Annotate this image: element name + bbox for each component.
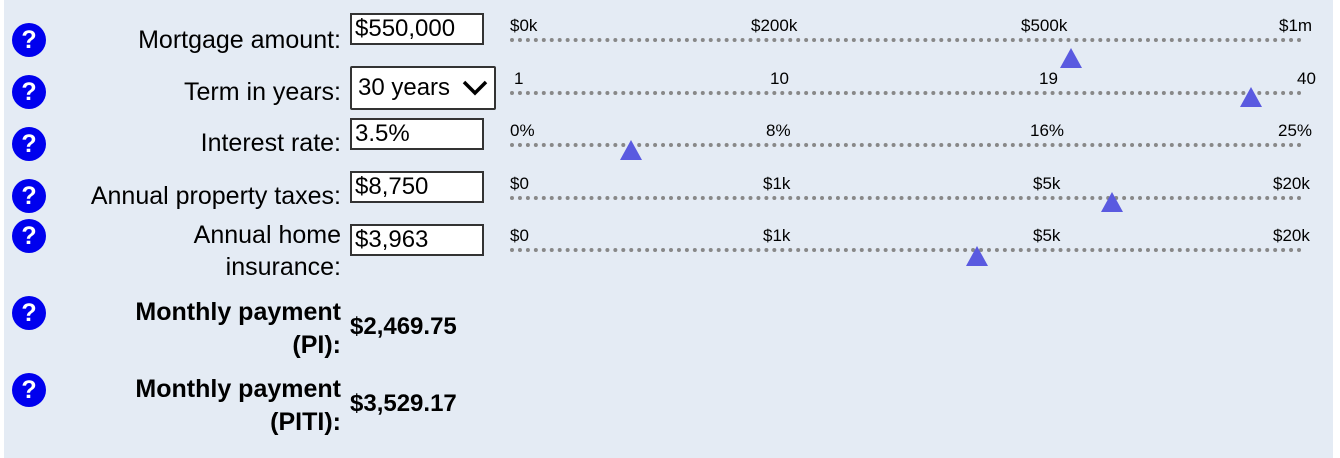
home-insurance-slider[interactable]: $0 $1k $5k $20k: [504, 226, 1320, 274]
help-icon[interactable]: ?: [12, 219, 46, 253]
slider-tick-label: $0: [510, 226, 529, 245]
help-icon[interactable]: ?: [12, 296, 46, 330]
slider-tick-label: $20k: [1273, 226, 1310, 245]
help-icon[interactable]: ?: [12, 127, 46, 161]
help-icon[interactable]: ?: [12, 179, 46, 213]
chevron-down-icon: [462, 80, 488, 96]
slider-tick-label: 0%: [510, 121, 535, 140]
interest-rate-slider[interactable]: 0% 8% 16% 25%: [504, 121, 1320, 169]
slider-thumb[interactable]: [1101, 192, 1123, 212]
help-icon[interactable]: ?: [12, 75, 46, 109]
slider-tick-label: 1: [514, 69, 524, 88]
term-slider[interactable]: 1 10 19 40: [504, 69, 1320, 117]
slider-track[interactable]: [510, 196, 1302, 200]
label-line: Monthly payment: [135, 298, 341, 326]
slider-tick-label: $500k: [1021, 16, 1068, 35]
label-line: Annual home: [193, 221, 341, 249]
slider-tick-label: 8%: [766, 121, 791, 140]
slider-tick-label: $5k: [1033, 226, 1061, 245]
home-insurance-input[interactable]: $3,963: [350, 224, 484, 256]
slider-thumb[interactable]: [966, 246, 988, 266]
term-select[interactable]: 30 years: [350, 66, 496, 110]
property-taxes-slider[interactable]: $0 $1k $5k $20k: [504, 174, 1320, 222]
slider-tick-label: 10: [770, 69, 789, 88]
interest-rate-label: Interest rate:: [200, 129, 341, 157]
term-select-value: 30 years: [358, 74, 451, 101]
property-taxes-label: Annual property taxes:: [90, 182, 341, 210]
monthly-payment-pi-label: Monthly payment (PI):: [135, 296, 341, 362]
label-line: (PI):: [292, 331, 341, 359]
property-taxes-input[interactable]: $8,750: [350, 171, 484, 203]
label-line: (PITI):: [270, 408, 341, 436]
slider-track[interactable]: [510, 38, 1302, 42]
slider-tick-label: 25%: [1278, 121, 1313, 140]
monthly-payment-pi-value: $2,469.75: [350, 313, 457, 340]
slider-track[interactable]: [510, 248, 1302, 252]
interest-rate-input[interactable]: 3.5%: [350, 118, 484, 150]
home-insurance-label: Annual home insurance:: [194, 219, 341, 283]
slider-tick-label: $0: [510, 174, 529, 193]
mortgage-amount-input[interactable]: $550,000: [350, 13, 484, 45]
slider-tick-label: $1m: [1279, 16, 1313, 35]
slider-tick-label: $1k: [763, 174, 791, 193]
mortgage-calculator: ? Mortgage amount: $550,000 $0k $200k $5…: [4, 0, 1333, 458]
slider-thumb[interactable]: [1060, 48, 1082, 68]
slider-track[interactable]: [510, 91, 1302, 95]
slider-tick-label: $5k: [1033, 174, 1061, 193]
slider-tick-label: $1k: [763, 226, 791, 245]
slider-tick-label: 19: [1039, 69, 1058, 88]
mortgage-amount-label: Mortgage amount:: [138, 26, 341, 54]
slider-thumb[interactable]: [620, 140, 642, 160]
term-label: Term in years:: [184, 78, 341, 106]
slider-thumb[interactable]: [1240, 87, 1262, 107]
monthly-payment-piti-label: Monthly payment (PITI):: [135, 373, 341, 439]
slider-tick-label: $0k: [510, 16, 538, 35]
monthly-payment-piti-value: $3,529.17: [350, 390, 457, 417]
help-icon[interactable]: ?: [12, 373, 46, 407]
slider-tick-label: 16%: [1030, 121, 1065, 140]
label-line: Monthly payment: [135, 375, 341, 403]
help-icon[interactable]: ?: [12, 23, 46, 57]
label-line: insurance:: [225, 253, 341, 281]
slider-tick-label: $200k: [751, 16, 798, 35]
mortgage-amount-slider[interactable]: $0k $200k $500k $1m: [504, 16, 1320, 68]
slider-tick-label: $20k: [1273, 174, 1310, 193]
slider-tick-label: 40: [1297, 69, 1316, 88]
